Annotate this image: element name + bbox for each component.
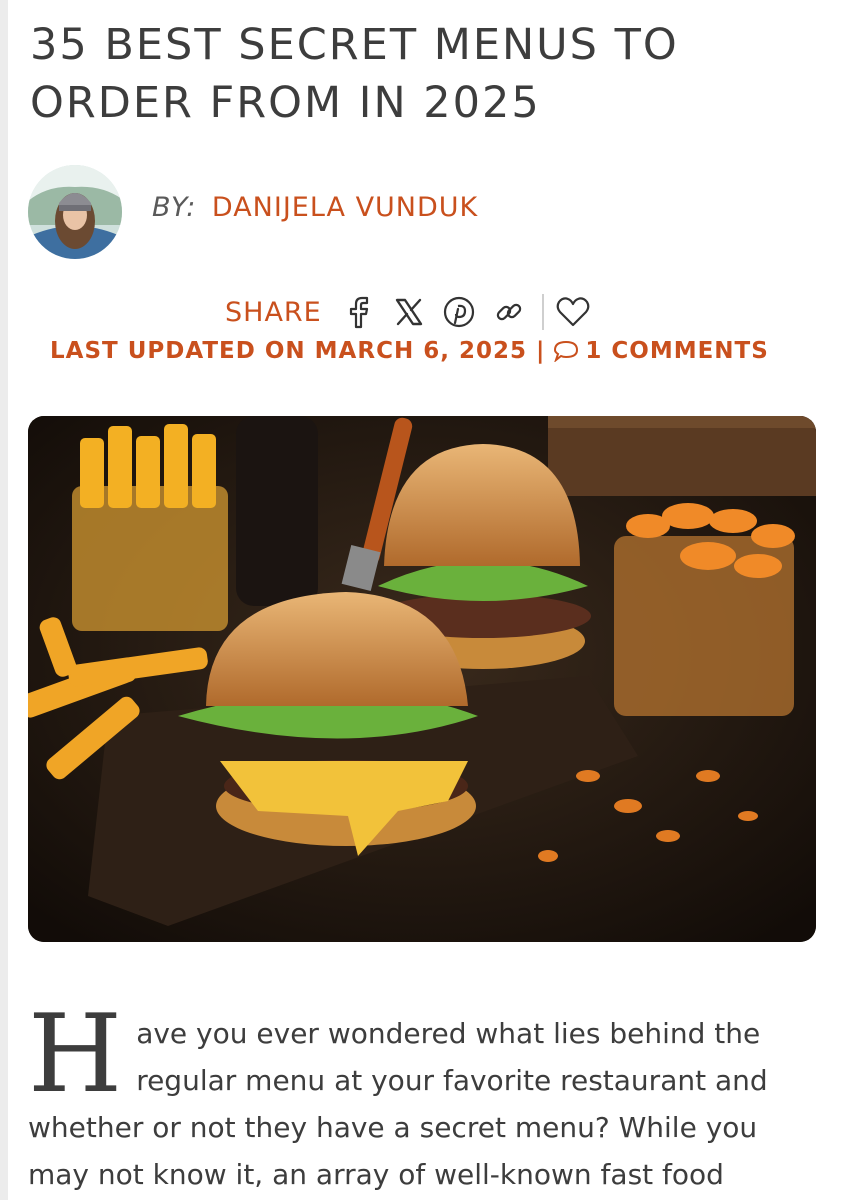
meta-separator: |	[535, 338, 546, 364]
last-updated-date: LAST UPDATED ON MARCH 6, 2025	[50, 338, 527, 364]
byline: BY: DANIJELA VUNDUK	[152, 192, 478, 223]
author-name-link[interactable]: DANIJELA VUNDUK	[212, 192, 478, 223]
link-icon[interactable]	[490, 293, 528, 331]
intro-paragraph: Have you ever wondered what lies behind …	[28, 992, 818, 1198]
pinterest-icon[interactable]	[440, 293, 478, 331]
author-avatar[interactable]	[28, 165, 122, 259]
facebook-icon[interactable]	[340, 293, 378, 331]
comment-icon	[553, 340, 579, 362]
share-label: SHARE	[225, 296, 322, 328]
article-title: 35 BEST SECRET MENUS TO ORDER FROM IN 20…	[30, 20, 679, 128]
share-divider	[541, 294, 544, 330]
article-meta: LAST UPDATED ON MARCH 6, 2025 | 1 COMMEN…	[50, 338, 820, 364]
hero-image	[28, 416, 816, 942]
heart-icon[interactable]	[554, 293, 592, 331]
byline-label: BY:	[152, 192, 197, 223]
article-body: Have you ever wondered what lies behind …	[28, 992, 818, 1198]
dropcap-letter: H	[28, 992, 123, 1117]
intro-text: ave you ever wondered what lies behind t…	[28, 1017, 768, 1191]
page-left-edge	[0, 0, 8, 1200]
share-bar: SHARE	[225, 290, 604, 334]
x-icon[interactable]	[390, 293, 428, 331]
comments-link[interactable]: 1 COMMENTS	[585, 338, 768, 364]
